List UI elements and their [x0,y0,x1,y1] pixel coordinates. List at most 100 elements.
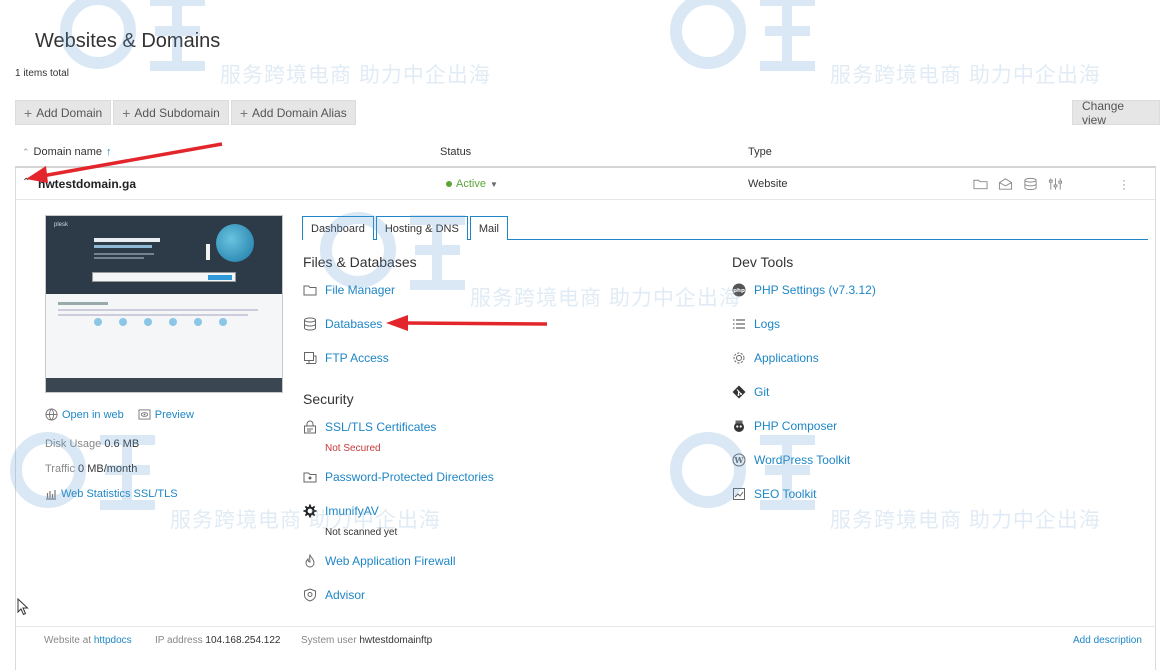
change-view-button[interactable]: Change view [1072,99,1160,127]
plus-icon: + [24,104,33,121]
waf-link[interactable]: Web Application Firewall [303,554,456,568]
seo-toolkit-link[interactable]: SEO Toolkit [732,487,816,501]
collapse-chevron-icon[interactable]: ⌃ [22,177,30,188]
php-composer-label: PHP Composer [754,419,838,433]
advisor-shield-icon [304,588,316,602]
git-icon [732,385,746,399]
ssl-certificates-label: SSL/TLS Certificates [325,420,437,434]
seo-chart-icon [733,488,745,500]
sort-asc-icon: ↑ [106,146,112,158]
disk-usage: Disk Usage 0.6 MB [45,438,139,450]
items-total: 1 items total [15,68,69,79]
column-header-domain-name[interactable]: ⌃ Domain name ↑ [22,146,112,158]
preview-eye-icon [138,409,151,420]
add-domain-alias-label: Add Domain Alias [252,105,347,120]
add-domain-label: Add Domain [36,105,103,120]
php-settings-label: PHP Settings (v7.3.12) [754,283,876,297]
php-icon: php [732,283,746,297]
seo-toolkit-label: SEO Toolkit [754,487,817,501]
ssl-status: Not Secured [325,443,381,454]
imunify-gear-icon [303,504,317,518]
watermark-logo-icon [670,0,815,71]
column-header-type: Type [748,146,772,158]
folder-icon[interactable] [973,177,988,191]
domain-footer: Website at httpdocs IP address 104.168.2… [15,626,1156,654]
add-domain-alias-button[interactable]: + Add Domain Alias [230,100,356,125]
svg-text:php: php [733,288,745,294]
web-statistics-link[interactable]: Web Statistics SSL/TLS [45,488,178,500]
globe-icon [45,408,58,421]
domain-row: ⌃ hwtestdomain.ga Active ▼ Website · · · [16,168,1155,200]
advisor-label: Advisor [325,588,366,602]
toolbar: + Add Domain + Add Subdomain + Add Domai… [15,100,356,125]
file-manager-label: File Manager [325,283,396,297]
applications-gear-icon [733,352,745,364]
column-header-status: Status [440,146,472,158]
waf-label: Web Application Firewall [325,554,456,568]
protected-folder-icon [303,472,317,483]
wordpress-toolkit-link[interactable]: W WordPress Toolkit [732,453,850,467]
disk-usage-value: 0.6 MB [104,438,140,450]
composer-icon [734,420,744,432]
logs-label: Logs [754,317,781,331]
status-badge[interactable]: Active ▼ [446,178,498,190]
applications-link[interactable]: Applications [732,351,819,365]
certificate-lock-icon [304,420,316,434]
web-statistics-label: Web Statistics SSL/TLS [61,488,178,500]
plus-icon: + [239,104,249,121]
git-label: Git [754,385,770,399]
php-settings-link[interactable]: php PHP Settings (v7.3.12) [732,283,876,297]
php-composer-link[interactable]: PHP Composer [732,419,837,433]
ssl-certificates-link[interactable]: SSL/TLS Certificates [303,420,436,434]
open-in-web-link[interactable]: Open in web [45,408,124,421]
add-subdomain-button[interactable]: + Add Subdomain [113,100,229,125]
files-databases-title: Files & Databases [303,254,417,270]
imunifyav-label: ImunifyAV [325,504,379,518]
dev-tools-title: Dev Tools [732,254,794,270]
system-user-value: hwtestdomainftp [359,635,433,646]
advisor-link[interactable]: Advisor [303,588,365,602]
tab-dashboard[interactable]: Dashboard [302,216,374,240]
preview-link[interactable]: Preview [138,408,194,421]
databases-link[interactable]: Databases [303,317,382,331]
flame-icon [305,554,315,568]
domain-card: ⌃ hwtestdomain.ga Active ▼ Website · · · p… [15,166,1156,670]
status-label: Active [456,178,486,190]
plus-icon: + [122,104,131,121]
imunifyav-status: Not scanned yet [325,527,398,538]
ftp-access-link[interactable]: FTP Access [303,351,389,365]
domain-tabs: Dashboard Hosting & DNS Mail [302,216,1148,240]
mouse-cursor-icon [17,598,29,616]
status-dot-icon [446,181,452,187]
more-options-icon[interactable]: · · · [1121,174,1127,194]
domain-name[interactable]: hwtestdomain.ga [38,177,136,191]
database-icon[interactable] [1023,177,1038,191]
wordpress-toolkit-label: WordPress Toolkit [754,453,851,467]
git-link[interactable]: Git [732,385,769,399]
tab-mail[interactable]: Mail [469,216,508,240]
collapse-all-icon[interactable]: ⌃ [22,147,30,158]
domain-quick-actions [973,177,1063,191]
watermark-text: 服务跨境电商 助力中企出海 [220,64,491,87]
website-preview-thumbnail[interactable]: plesk [45,215,283,393]
ftp-access-label: FTP Access [325,351,389,365]
logs-link[interactable]: Logs [732,317,780,331]
website-at-link[interactable]: httpdocs [94,635,132,646]
databases-label: Databases [325,317,383,331]
add-domain-button[interactable]: + Add Domain [15,100,112,125]
traffic: Traffic 0 MB/month [45,463,137,475]
add-description-link[interactable]: Add description [1073,635,1142,646]
column-domain-label: Domain name [33,146,103,158]
password-protected-link[interactable]: Password-Protected Directories [303,470,494,484]
mail-icon[interactable] [998,177,1013,191]
file-manager-link[interactable]: File Manager [303,283,395,297]
watermark-text: 服务跨境电商 助力中企出海 [830,64,1101,87]
preview-label: Preview [154,408,194,421]
imunifyav-link[interactable]: ImunifyAV [303,504,379,518]
watermark: 服务跨境电商 助力中企出海 [670,0,1101,89]
site-links: Open in web Preview [45,408,194,421]
settings-sliders-icon[interactable] [1048,177,1063,191]
ip-address: IP address 104.168.254.122 [155,635,280,646]
page-title: Websites & Domains [35,30,221,52]
tab-hosting-dns[interactable]: Hosting & DNS [375,216,468,240]
